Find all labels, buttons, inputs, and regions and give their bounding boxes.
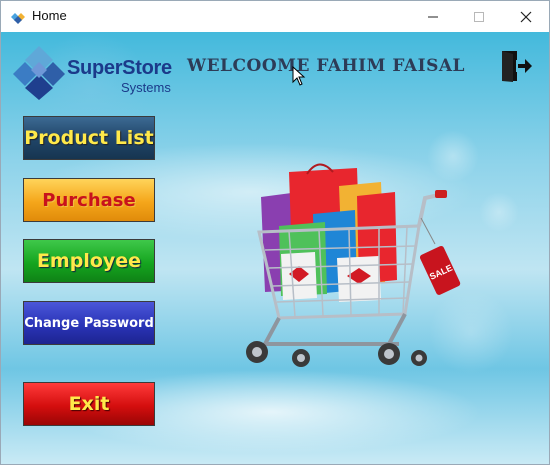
close-button[interactable] — [503, 1, 549, 32]
logo-diamond-icon — [13, 46, 65, 100]
home-window: Home SuperStore Systems WELCOOME FAHIM F… — [0, 0, 550, 465]
employee-button[interactable]: Employee — [23, 239, 155, 283]
maximize-button[interactable] — [456, 1, 502, 32]
logout-button[interactable] — [499, 49, 533, 83]
maximize-icon — [474, 11, 484, 22]
window-title: Home — [32, 8, 67, 23]
minimize-icon — [428, 16, 438, 17]
minimize-button[interactable] — [410, 1, 456, 32]
superstore-logo: SuperStore Systems — [13, 44, 173, 104]
change-password-button[interactable]: Change Password — [23, 301, 155, 345]
app-icon — [10, 10, 26, 24]
product-list-button[interactable]: Product List — [23, 116, 155, 160]
close-icon — [520, 11, 532, 22]
exit-button[interactable]: Exit — [23, 382, 155, 426]
mouse-cursor-icon — [292, 66, 306, 86]
main-panel: SuperStore Systems WELCOOME FAHIM FAISAL… — [1, 32, 549, 464]
welcome-message: WELCOOME FAHIM FAISAL — [187, 56, 465, 76]
title-bar: Home — [1, 1, 549, 32]
purchase-button[interactable]: Purchase — [23, 178, 155, 222]
logout-icon — [502, 51, 532, 82]
shopping-cart-illustration: SALE — [246, 163, 461, 367]
brand-subtitle: Systems — [121, 80, 171, 95]
brand-name: SuperStore — [67, 57, 172, 79]
